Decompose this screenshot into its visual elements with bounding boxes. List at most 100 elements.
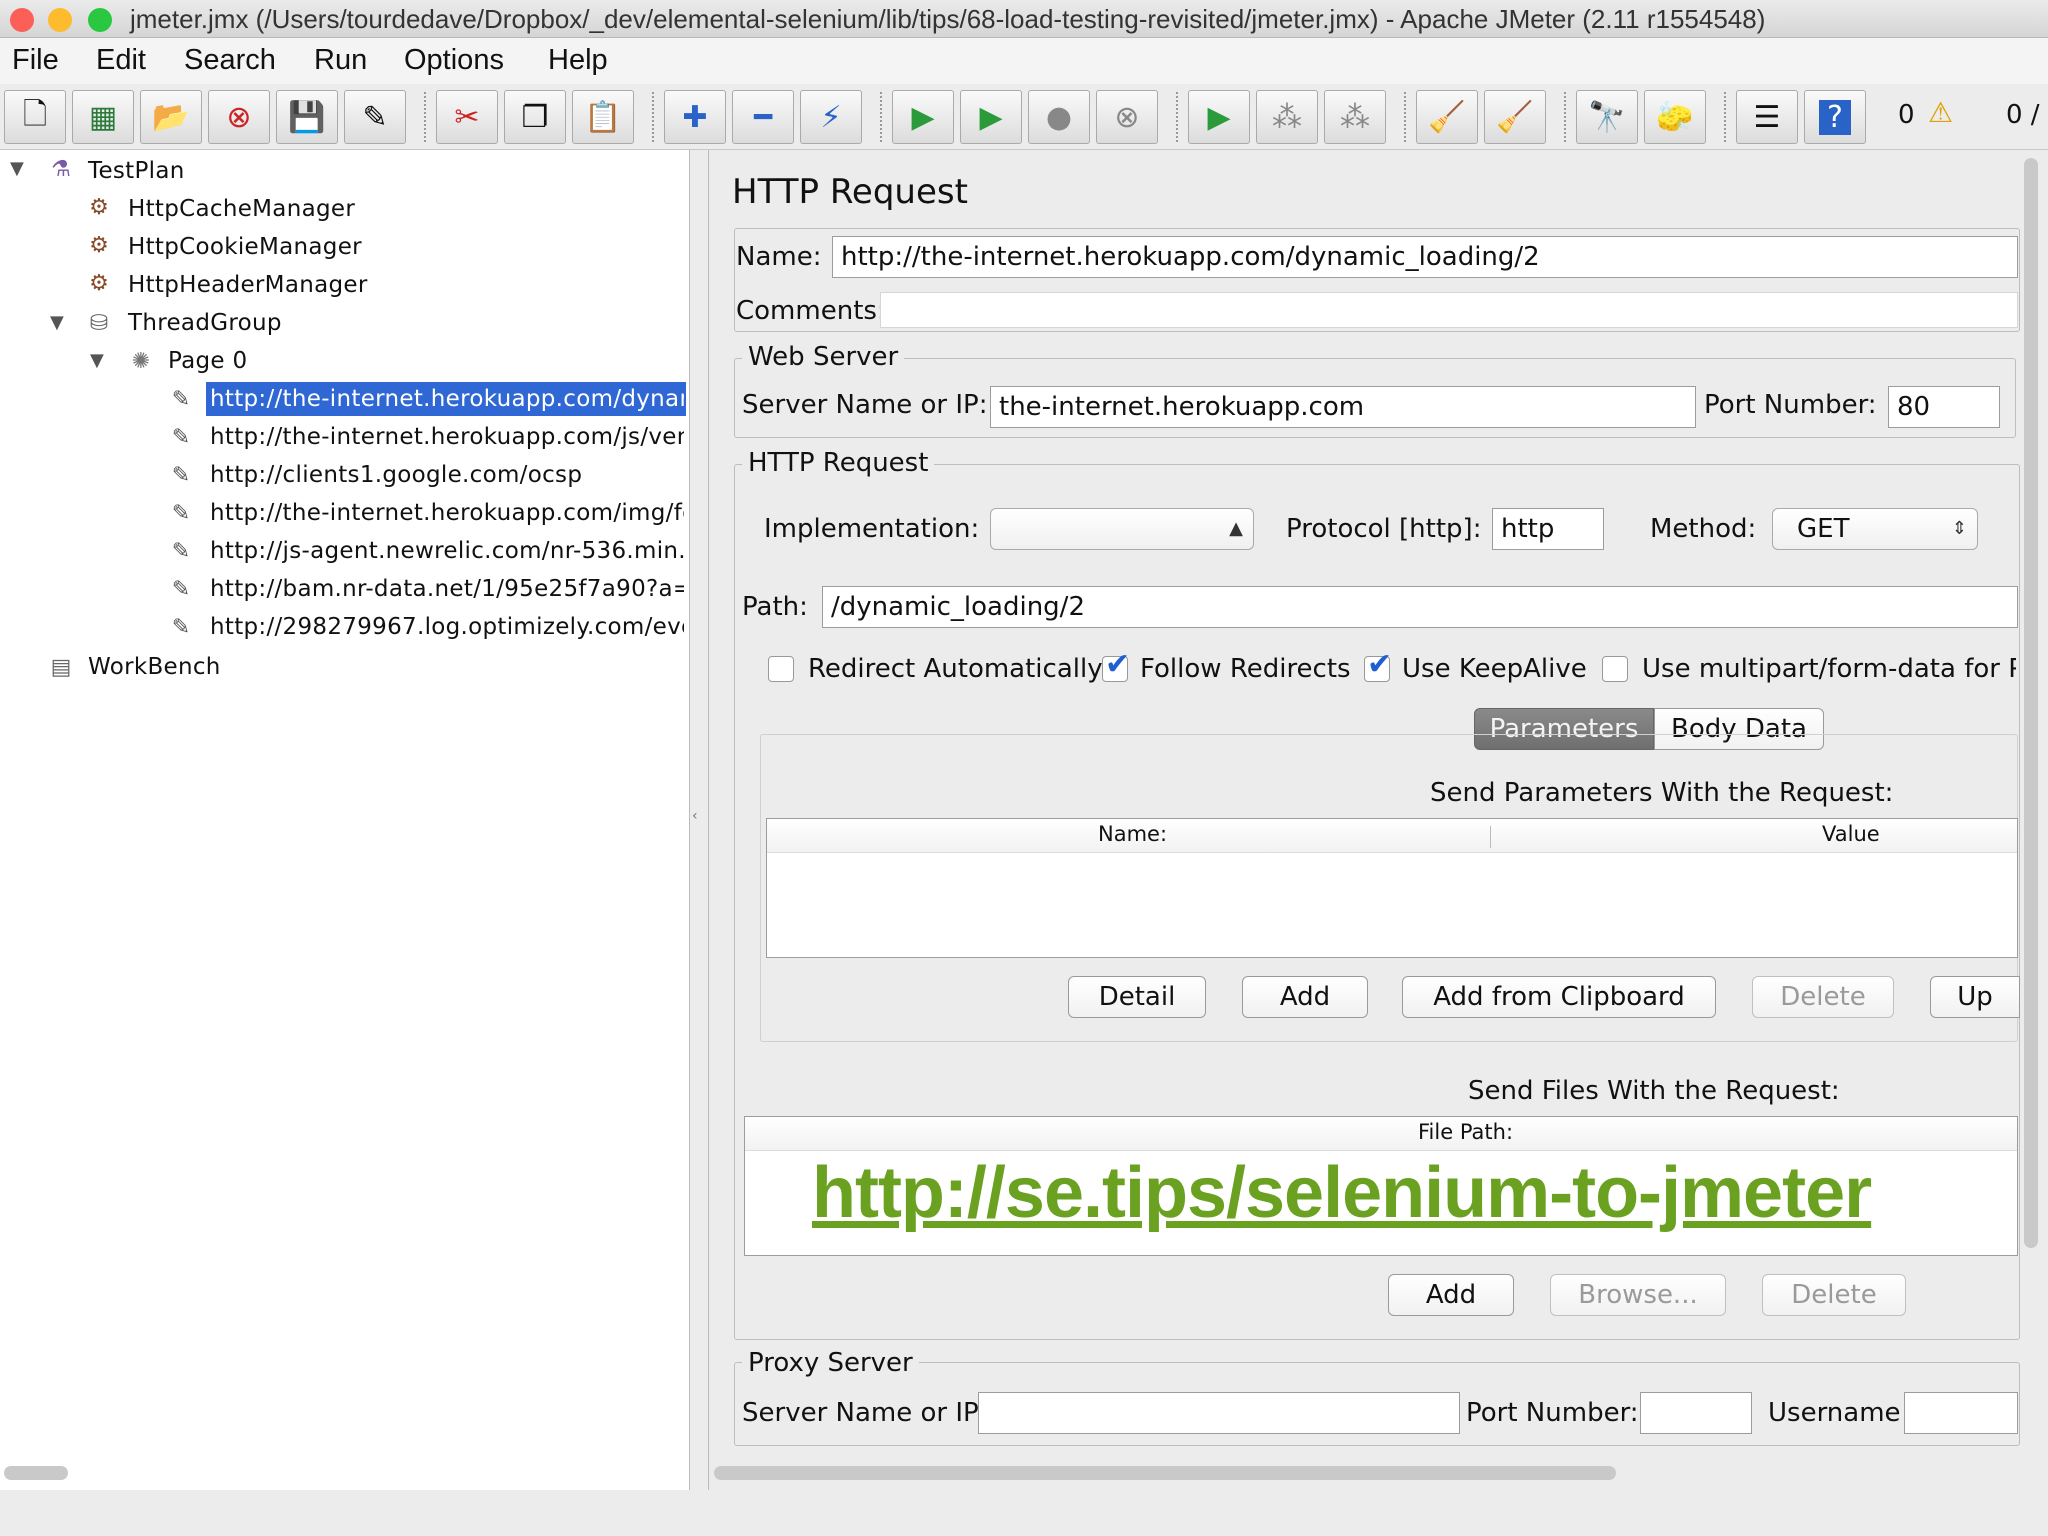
name-field[interactable]: http://the-internet.herokuapp.com/dynami… <box>832 236 2018 278</box>
tree-item-threadgroup[interactable]: ThreadGroup <box>128 306 282 340</box>
implementation-label: Implementation: <box>764 514 980 544</box>
proxy-port-field[interactable] <box>1640 1392 1752 1434</box>
tree-horizontal-scrollbar[interactable] <box>4 1466 68 1480</box>
start-no-pause-icon[interactable]: ▶ <box>960 90 1022 144</box>
remote-shutdown-icon[interactable]: ⁂ <box>1324 90 1386 144</box>
add-file-button[interactable]: Add <box>1388 1274 1514 1316</box>
menu-bar <box>0 38 2048 84</box>
path-field[interactable]: /dynamic_loading/2 <box>822 586 2018 628</box>
panel-horizontal-scrollbar[interactable] <box>714 1466 1616 1480</box>
proxy-username-field[interactable] <box>1904 1392 2018 1434</box>
stop-icon[interactable]: ● <box>1028 90 1090 144</box>
paste-icon[interactable]: 📋 <box>572 90 634 144</box>
proxy-server-field[interactable] <box>978 1392 1460 1434</box>
save-icon[interactable]: 💾 <box>276 90 338 144</box>
clear-icon[interactable]: 🧹 <box>1416 90 1478 144</box>
start-icon[interactable]: ▶ <box>892 90 954 144</box>
method-select[interactable]: GET ⇕ <box>1772 508 1978 550</box>
save-as-icon[interactable]: ✎ <box>344 90 406 144</box>
close-window-button[interactable] <box>10 8 34 32</box>
tree-item-request[interactable]: http://298279967.log.optimizely.com/even <box>210 610 684 644</box>
zoom-window-button[interactable] <box>88 8 112 32</box>
copy-icon[interactable]: ❐ <box>504 90 566 144</box>
menu-options[interactable]: Options <box>404 44 504 77</box>
name-label: Name: <box>736 242 822 272</box>
search-icon[interactable]: 🔭 <box>1576 90 1638 144</box>
comments-field[interactable] <box>880 292 2018 328</box>
sampler-pipette-icon: ✎ <box>171 424 191 450</box>
tree-item-request[interactable]: http://clients1.google.com/ocsp <box>210 458 684 492</box>
sampler-pipette-icon: ✎ <box>171 614 191 640</box>
menu-search[interactable]: Search <box>184 44 276 77</box>
expand-toggle-icon[interactable]: ▼ <box>10 158 24 179</box>
cut-icon[interactable]: ✂ <box>436 90 498 144</box>
proxy-port-label: Port Number: <box>1466 1398 1639 1428</box>
close-icon[interactable]: ⊗ <box>208 90 270 144</box>
function-helper-icon[interactable]: ☰ <box>1736 90 1798 144</box>
minimize-window-button[interactable] <box>48 8 72 32</box>
toggle-icon[interactable]: ⚡ <box>800 90 862 144</box>
tree-item-page-0[interactable]: Page 0 <box>168 344 247 378</box>
collapse-icon[interactable]: ━ <box>732 90 794 144</box>
config-element-icon: ⚙ <box>89 232 109 258</box>
tree-item-request[interactable]: http://the-internet.herokuapp.com/img/fo… <box>210 496 684 530</box>
help-icon[interactable]: ? <box>1804 90 1866 144</box>
multipart-checkbox[interactable] <box>1602 656 1628 682</box>
follow-redirects-checkbox[interactable] <box>1102 647 1130 682</box>
tree-item-cache-manager[interactable]: HttpCacheManager <box>128 192 355 226</box>
open-icon[interactable]: 📂 <box>140 90 202 144</box>
clear-all-icon[interactable]: 🧹 <box>1484 90 1546 144</box>
window-titlebar: jmeter.jmx (/Users/tourdedave/Dropbox/_d… <box>0 0 2048 38</box>
window-title: jmeter.jmx (/Users/tourdedave/Dropbox/_d… <box>130 4 1766 34</box>
remote-stop-icon[interactable]: ⁂ <box>1256 90 1318 144</box>
port-number-label: Port Number: <box>1704 390 1877 420</box>
expand-toggle-icon[interactable]: ▼ <box>90 350 104 371</box>
delete-parameter-button[interactable]: Delete <box>1752 976 1894 1018</box>
delete-file-button[interactable]: Delete <box>1762 1274 1906 1316</box>
tree-item-testplan[interactable]: TestPlan <box>88 154 185 188</box>
menu-run[interactable]: Run <box>314 44 367 77</box>
protocol-label: Protocol [http]: <box>1286 514 1482 544</box>
shutdown-icon[interactable]: ⊗ <box>1096 90 1158 144</box>
detail-button[interactable]: Detail <box>1068 976 1206 1018</box>
overlay-link[interactable]: http://se.tips/selenium-to-jmeter <box>812 1152 1872 1234</box>
add-from-clipboard-button[interactable]: Add from Clipboard <box>1402 976 1716 1018</box>
sampler-pipette-icon: ✎ <box>171 500 191 526</box>
panel-vertical-scrollbar[interactable] <box>2024 158 2038 1248</box>
tree-item-request[interactable]: http://js-agent.newrelic.com/nr-536.min.… <box>210 534 684 568</box>
menu-edit[interactable]: Edit <box>96 44 146 77</box>
add-parameter-button[interactable]: Add <box>1242 976 1368 1018</box>
column-header-name[interactable]: Name: <box>1098 822 1167 846</box>
tree-item-request[interactable]: http://the-internet.herokuapp.com/js/ven… <box>210 420 684 454</box>
templates-icon[interactable]: ▦ <box>72 90 134 144</box>
browse-button[interactable]: Browse... <box>1550 1274 1726 1316</box>
menu-help[interactable]: Help <box>548 44 608 77</box>
column-header-file-path[interactable]: File Path: <box>1418 1120 1513 1144</box>
expand-toggle-icon[interactable]: ▼ <box>50 312 64 333</box>
column-header-value[interactable]: Value <box>1822 822 1880 846</box>
use-keepalive-checkbox[interactable] <box>1364 647 1392 682</box>
protocol-field[interactable]: http <box>1492 508 1604 550</box>
follow-redirects-label: Follow Redirects <box>1140 654 1351 684</box>
use-keepalive-label: Use KeepAlive <box>1402 654 1587 684</box>
tree-item-request[interactable]: http://the-internet.herokuapp.com/dynami… <box>210 382 684 416</box>
tree-item-cookie-manager[interactable]: HttpCookieManager <box>128 230 362 264</box>
sampler-pipette-icon: ✎ <box>171 538 191 564</box>
tree-item-header-manager[interactable]: HttpHeaderManager <box>128 268 368 302</box>
http-request-legend: HTTP Request <box>742 448 935 478</box>
web-server-legend: Web Server <box>742 342 905 372</box>
tree-item-request[interactable]: http://bam.nr-data.net/1/95e25f7a90?a=3 <box>210 572 684 606</box>
remote-start-icon[interactable]: ▶ <box>1188 90 1250 144</box>
menu-file[interactable]: File <box>12 44 59 77</box>
implementation-select[interactable]: ▲ <box>990 508 1254 550</box>
proxy-username-label: Username <box>1768 1398 1901 1428</box>
port-number-field[interactable]: 80 <box>1888 386 2000 428</box>
redirect-automatically-checkbox[interactable] <box>768 656 794 682</box>
server-name-field[interactable]: the-internet.herokuapp.com <box>990 386 1696 428</box>
up-button[interactable]: Up <box>1930 976 2020 1018</box>
expand-icon[interactable]: ✚ <box>664 90 726 144</box>
multipart-label: Use multipart/form-data for POS <box>1642 654 2016 684</box>
tree-item-workbench[interactable]: WorkBench <box>88 650 221 684</box>
reset-search-icon[interactable]: 🧽 <box>1644 90 1706 144</box>
new-icon[interactable]: 🗋 <box>4 90 66 144</box>
